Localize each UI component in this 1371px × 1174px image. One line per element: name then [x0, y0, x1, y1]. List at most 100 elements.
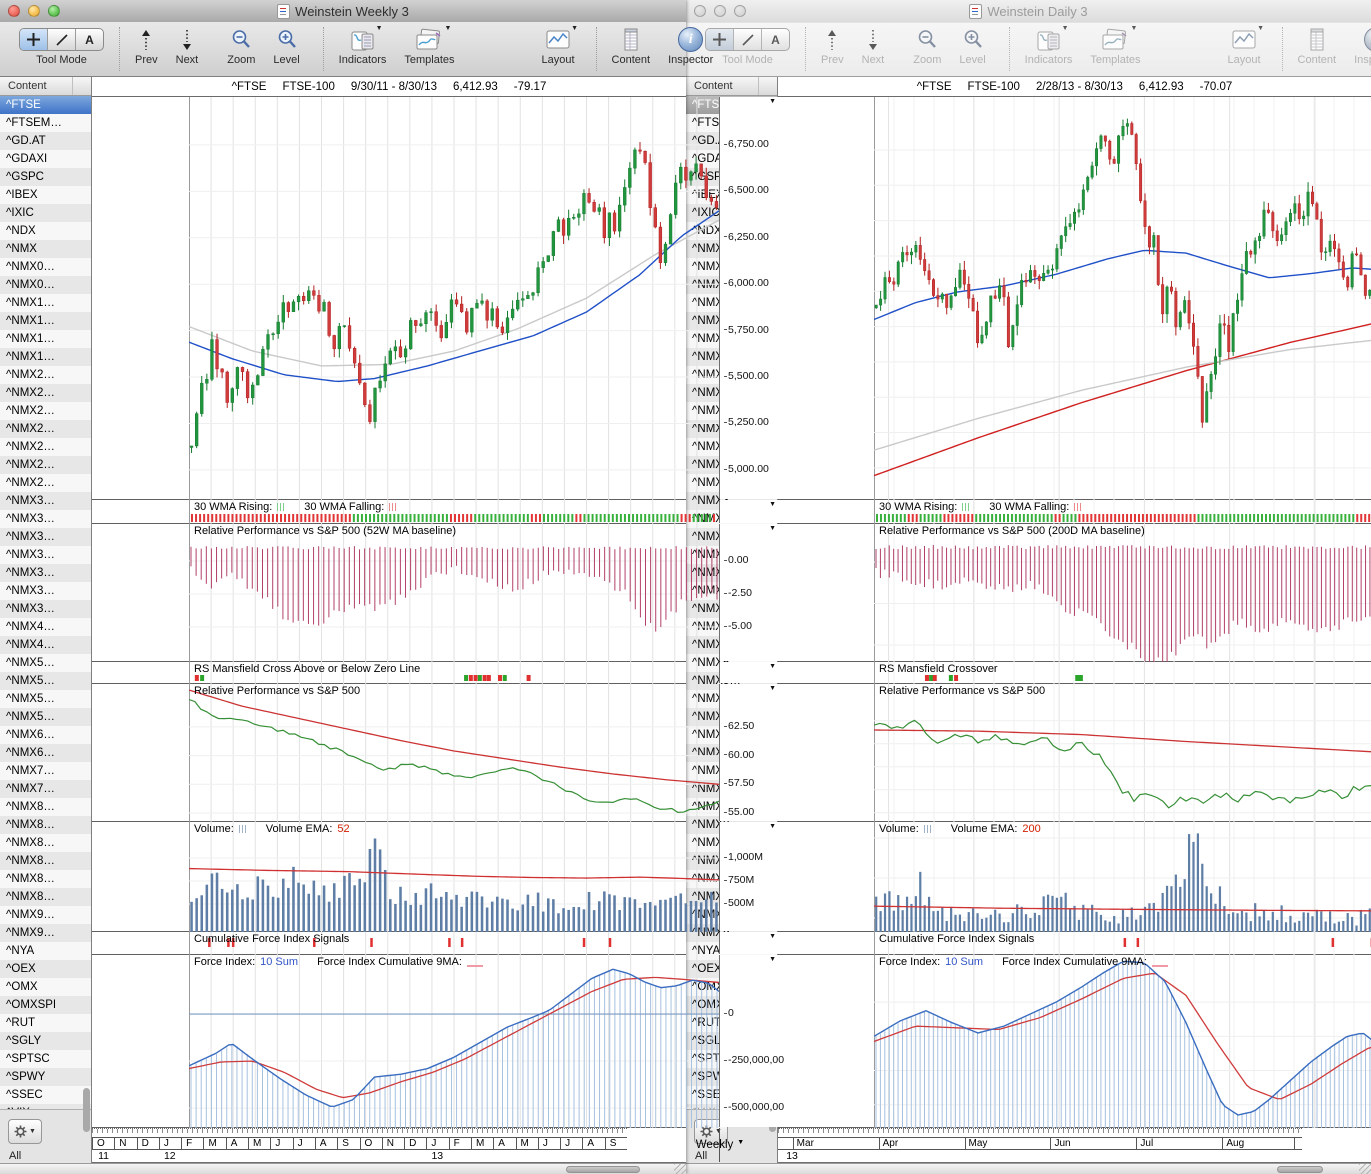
zoom-button[interactable] — [48, 5, 60, 17]
indicators-button[interactable]: ▼ Indicators — [339, 27, 387, 66]
relative-performance-histogram-panel[interactable]: Relative Performance vs S&P 500 (52W MA … — [92, 524, 686, 662]
symbol-list-item[interactable]: ^NMX8… — [0, 888, 91, 906]
zoom-button[interactable] — [734, 5, 746, 17]
relative-performance-line-panel[interactable]: Relative Performance vs S&P 500 ▼59.0058… — [778, 684, 1371, 822]
symbol-list-item[interactable]: ^NMX2… — [0, 366, 91, 384]
symbol-list-item[interactable]: ^NMX2… — [0, 474, 91, 492]
symbol-list-item[interactable]: ^OMX — [0, 978, 91, 996]
symbol-list-item[interactable]: ^NMX1… — [0, 330, 91, 348]
next-button[interactable]: Next — [176, 27, 199, 66]
symbol-list-item[interactable]: ^NMX5… — [0, 672, 91, 690]
symbol-list-item[interactable]: ^IXIC — [0, 204, 91, 222]
symbol-list-item[interactable]: ^GD.AT — [0, 132, 91, 150]
symbol-list-item[interactable]: ^NMX7… — [0, 762, 91, 780]
price-chart-panel[interactable]: ▼6,800.006,700.006,600.006,500.006,400.0… — [778, 97, 1371, 500]
symbol-list-item[interactable]: ^NMX5… — [0, 708, 91, 726]
symbol-list-item[interactable]: ^NMX5… — [0, 690, 91, 708]
minimize-button[interactable] — [714, 5, 726, 17]
zoom-in-button[interactable]: Level — [273, 27, 299, 66]
window-titlebar[interactable]: Weinstein Daily 3 — [686, 0, 1371, 23]
move-tool-button[interactable] — [20, 29, 48, 50]
panel-menu-caret-icon[interactable]: ▼ — [769, 956, 776, 963]
panel-menu-caret-icon[interactable]: ▼ — [769, 501, 776, 508]
force-index-panel[interactable]: Force Index:10 Sum Force Index Cumulativ… — [92, 955, 686, 1128]
indicators-button[interactable]: ▼ Indicators — [1025, 27, 1073, 66]
symbol-list-item[interactable]: ^NMX2… — [0, 456, 91, 474]
horizontal-scrollbar-thumb[interactable] — [566, 1166, 640, 1173]
symbol-list-item[interactable]: ^NMX8… — [0, 798, 91, 816]
symbol-list-item[interactable]: ^NMX3… — [0, 528, 91, 546]
sidebar-header[interactable]: Content — [686, 77, 777, 96]
price-chart-panel[interactable]: ▼6,750.006,500.006,250.006,000.005,750.0… — [92, 97, 686, 500]
panel-menu-caret-icon[interactable]: ▼ — [769, 98, 776, 105]
resize-grip[interactable] — [674, 1164, 686, 1174]
symbol-list-item[interactable]: ^NMX9… — [0, 924, 91, 942]
close-button[interactable] — [694, 5, 706, 17]
symbol-list-item[interactable]: ^NMX3… — [0, 492, 91, 510]
zoom-out-button[interactable]: Zoom — [227, 27, 255, 66]
volume-panel[interactable]: Volume: Volume EMA:52 ▼1,000M750M500M — [92, 822, 686, 932]
filter-all-label[interactable]: All — [9, 1150, 21, 1162]
symbol-list-item[interactable]: ^NMX7… — [0, 780, 91, 798]
resize-grip[interactable] — [1359, 1164, 1371, 1174]
sidebar-scrollbar-thumb[interactable] — [83, 1088, 90, 1132]
mansfield-signal-panel[interactable]: RS Mansfield Cross Above or Below Zero L… — [92, 662, 686, 684]
inspector-button[interactable]: i Inspector — [668, 27, 713, 66]
symbol-list-item[interactable]: ^FTSEM… — [0, 114, 91, 132]
panel-menu-caret-icon[interactable]: ▼ — [769, 933, 776, 940]
panel-menu-caret-icon[interactable]: ▼ — [769, 663, 776, 670]
symbol-list-item[interactable]: ^NMX2… — [0, 420, 91, 438]
sidebar-header[interactable]: Content — [0, 77, 91, 96]
inspector-button[interactable]: i Inspector — [1354, 27, 1371, 66]
wma-signal-strip-panel[interactable]: 30 WMA Rising: 30 WMA Falling: ▼ — [92, 500, 686, 524]
panel-menu-caret-icon[interactable]: ▼ — [769, 525, 776, 532]
symbol-list-item[interactable]: ^NMX0… — [0, 258, 91, 276]
relative-performance-line-panel[interactable]: Relative Performance vs S&P 500 ▼62.5060… — [92, 684, 686, 822]
symbol-list-item[interactable]: ^SSEC — [0, 1086, 91, 1104]
minimize-button[interactable] — [28, 5, 40, 17]
symbol-list-item[interactable]: ^FTSE — [0, 96, 91, 114]
symbol-list-item[interactable]: ^NMX1… — [0, 294, 91, 312]
periodicity-selector[interactable]: Weekly▼ — [719, 1128, 720, 1162]
zoom-in-button[interactable]: Level — [959, 27, 985, 66]
relative-performance-histogram-panel[interactable]: Relative Performance vs S&P 500 (200D MA… — [778, 524, 1371, 662]
horizontal-scrollbar-thumb[interactable] — [1277, 1166, 1323, 1173]
symbol-list-item[interactable]: ^NMX3… — [0, 510, 91, 528]
symbol-list-item[interactable]: ^GDAXI — [0, 150, 91, 168]
symbol-list-item[interactable]: ^NMX8… — [0, 816, 91, 834]
action-menu-button[interactable]: ▼ — [8, 1119, 42, 1144]
symbol-list-item[interactable]: ^NMX2… — [0, 384, 91, 402]
symbol-list-item[interactable]: ^NMX2… — [0, 402, 91, 420]
line-tool-button[interactable] — [734, 29, 762, 50]
layout-button[interactable]: ▼ Layout — [1228, 27, 1261, 66]
prev-button[interactable]: Prev — [135, 27, 158, 66]
symbol-list-item[interactable]: ^NMX8… — [0, 870, 91, 888]
layout-button[interactable]: ▼ Layout — [542, 27, 575, 66]
symbol-list-item[interactable]: ^OEX — [0, 960, 91, 978]
next-button[interactable]: Next — [862, 27, 885, 66]
symbol-list-item[interactable]: ^NMX1… — [0, 312, 91, 330]
content-button[interactable]: Content — [1298, 27, 1337, 66]
symbol-list-item[interactable]: ^NMX8… — [0, 852, 91, 870]
zoom-out-button[interactable]: Zoom — [913, 27, 941, 66]
panel-menu-caret-icon[interactable]: ▼ — [769, 685, 776, 692]
symbol-list-item[interactable]: ^GSPC — [0, 168, 91, 186]
symbol-list-item[interactable]: ^SGLY — [0, 1032, 91, 1050]
symbol-list-item[interactable]: ^NMX3… — [0, 564, 91, 582]
cumulative-force-index-signals-panel[interactable]: Cumulative Force Index Signals ▼ — [778, 932, 1371, 955]
symbol-list-item[interactable]: ^NMX1… — [0, 348, 91, 366]
filter-all-label[interactable]: All — [695, 1150, 707, 1162]
symbol-list-item[interactable]: ^NMX2… — [0, 438, 91, 456]
templates-button[interactable]: ▼ Templates — [404, 27, 454, 66]
force-index-panel[interactable]: Force Index:10 Sum Force Index Cumulativ… — [778, 955, 1371, 1128]
symbol-list-item[interactable]: ^SPWY — [0, 1068, 91, 1086]
symbol-list-item[interactable]: ^NMX4… — [0, 618, 91, 636]
symbol-list-item[interactable]: ^OMXSPI — [0, 996, 91, 1014]
text-tool-button[interactable]: A — [762, 29, 789, 50]
symbol-list-item[interactable]: ^NYA — [0, 942, 91, 960]
symbol-list-item[interactable]: ^NMX9… — [0, 906, 91, 924]
symbol-list-item[interactable]: ^NMX0… — [0, 276, 91, 294]
volume-panel[interactable]: Volume: Volume EMA:200 ▼1,500M1,000M500M — [778, 822, 1371, 932]
close-button[interactable] — [8, 5, 20, 17]
prev-button[interactable]: Prev — [821, 27, 844, 66]
